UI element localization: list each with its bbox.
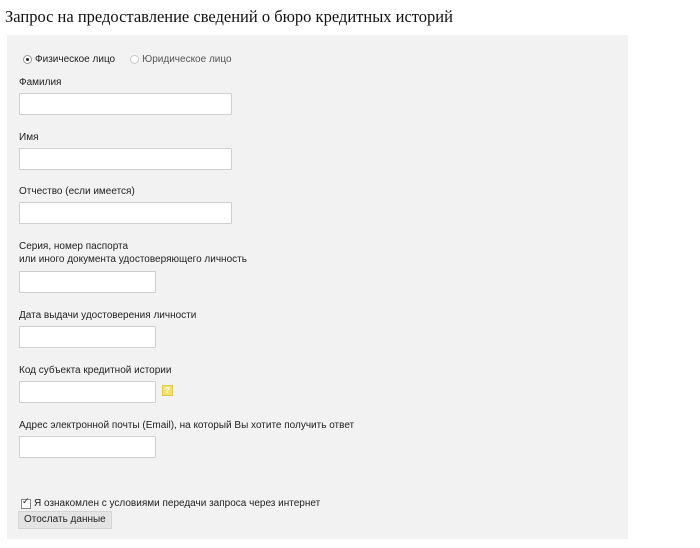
subject-code-label: Код субъекта кредитной истории [19, 365, 172, 376]
patronymic-label: Отчество (если имеется) [19, 186, 135, 197]
first-name-field[interactable] [19, 148, 232, 170]
page-title: Запрос на предоставление сведений о бюро… [5, 7, 453, 26]
issue-date-field[interactable] [19, 326, 156, 348]
request-form-panel: Физическое лицо Юридическое лицо Фамилия… [7, 35, 628, 539]
agree-row: Я ознакомлен с условиями передачи запрос… [21, 497, 320, 509]
agree-label[interactable]: Я ознакомлен с условиями передачи запрос… [34, 498, 320, 509]
individual-radio-label[interactable]: Физическое лицо [35, 54, 115, 65]
first-name-label: Имя [19, 132, 39, 143]
legal-entity-radio[interactable] [130, 55, 140, 64]
email-field[interactable] [19, 436, 156, 458]
passport-number-field[interactable] [19, 271, 156, 293]
passport-label-line1: Серия, номер паспорта [19, 241, 129, 252]
help-icon[interactable]: ? [162, 385, 173, 396]
email-label: Адрес электронной почты (Email), на кото… [19, 420, 355, 431]
legal-entity-radio-label[interactable]: Юридическое лицо [142, 54, 231, 65]
surname-field[interactable] [19, 93, 232, 115]
subject-code-field[interactable] [19, 381, 156, 403]
patronymic-field[interactable] [19, 202, 232, 224]
person-type-selector: Физическое лицо Юридическое лицо [23, 54, 232, 65]
passport-label-line2: или иного документа удостоверяющего личн… [19, 254, 247, 265]
issue-date-label: Дата выдачи удостоверения личности [19, 310, 197, 321]
submit-button[interactable]: Отослать данные [18, 511, 112, 529]
surname-label: Фамилия [19, 77, 62, 88]
agree-checkbox[interactable] [21, 497, 31, 509]
individual-radio[interactable] [23, 55, 32, 64]
